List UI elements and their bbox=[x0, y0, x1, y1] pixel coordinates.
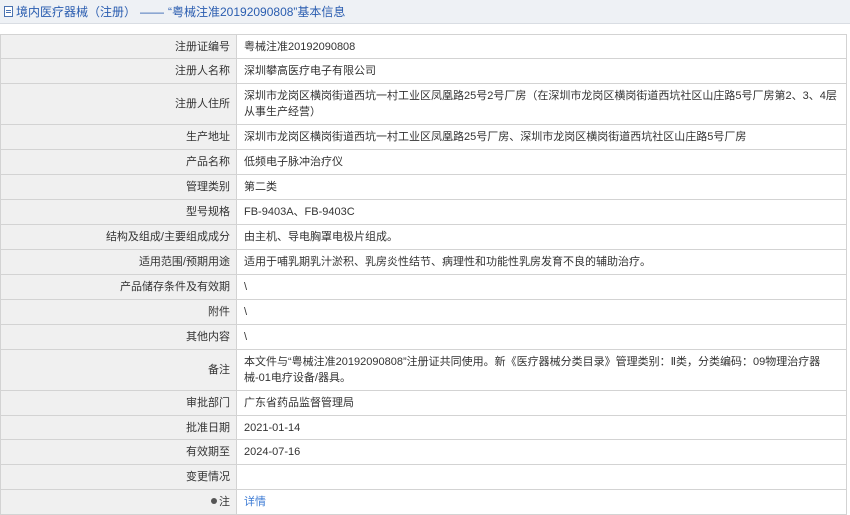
info-table: 注册证编号 粤械注准20192090808 注册人名称 深圳攀高医疗电子有限公司… bbox=[0, 34, 847, 515]
row-value: 深圳市龙岗区横岗街道西坑一村工业区凤凰路25号厂房、深圳市龙岗区横岗街道西坑社区… bbox=[236, 124, 847, 150]
title-bar: 境内医疗器械（注册） —— “粤械注准20192090808”基本信息 bbox=[0, 0, 850, 24]
row-value: 本文件与“粤械注准20192090808”注册证共同使用。新《医疗器械分类目录》… bbox=[236, 349, 847, 391]
table-row: 管理类别 第二类 bbox=[0, 174, 847, 200]
row-label: 产品储存条件及有效期 bbox=[0, 274, 237, 300]
row-value bbox=[236, 464, 847, 490]
row-value: 深圳攀高医疗电子有限公司 bbox=[236, 58, 847, 84]
row-label-text: 注 bbox=[219, 496, 230, 508]
row-value: \ bbox=[236, 299, 847, 325]
row-value: 第二类 bbox=[236, 174, 847, 200]
row-label: 适用范围/预期用途 bbox=[0, 249, 237, 275]
row-value: 粤械注准20192090808 bbox=[236, 34, 847, 59]
table-row: 附件 \ bbox=[0, 299, 847, 325]
table-row: 备注 本文件与“粤械注准20192090808”注册证共同使用。新《医疗器械分类… bbox=[0, 349, 847, 391]
row-label: 其他内容 bbox=[0, 324, 237, 350]
row-label: 批准日期 bbox=[0, 415, 237, 440]
details-link[interactable]: 详情 bbox=[244, 496, 266, 508]
row-value: \ bbox=[236, 324, 847, 350]
table-row: 注册人住所 深圳市龙岗区横岗街道西坑一村工业区凤凰路25号2号厂房（在深圳市龙岗… bbox=[0, 83, 847, 125]
table-row: 注册证编号 粤械注准20192090808 bbox=[0, 34, 847, 59]
row-value: 深圳市龙岗区横岗街道西坑一村工业区凤凰路25号2号厂房（在深圳市龙岗区横岗街道西… bbox=[236, 83, 847, 125]
table-row: 批准日期 2021-01-14 bbox=[0, 415, 847, 440]
row-label: 生产地址 bbox=[0, 124, 237, 150]
row-label: 审批部门 bbox=[0, 390, 237, 416]
table-row: 型号规格 FB-9403A、FB-9403C bbox=[0, 199, 847, 225]
row-label: 产品名称 bbox=[0, 149, 237, 175]
table-row: 变更情况 bbox=[0, 464, 847, 490]
row-label: 有效期至 bbox=[0, 439, 237, 465]
row-label: 变更情况 bbox=[0, 464, 237, 490]
table-row: 适用范围/预期用途 适用于哺乳期乳汁淤积、乳房炎性结节、病理性和功能性乳房发育不… bbox=[0, 249, 847, 275]
row-value: FB-9403A、FB-9403C bbox=[236, 199, 847, 225]
row-value: 广东省药品监督管理局 bbox=[236, 390, 847, 416]
row-value: 由主机、导电胸罩电极片组成。 bbox=[236, 224, 847, 250]
row-label: 备注 bbox=[0, 349, 237, 391]
row-label: 管理类别 bbox=[0, 174, 237, 200]
row-label: 型号规格 bbox=[0, 199, 237, 225]
pin-icon bbox=[211, 498, 217, 505]
table-row: 结构及组成/主要组成成分 由主机、导电胸罩电极片组成。 bbox=[0, 224, 847, 250]
table-row: 产品名称 低频电子脉冲治疗仪 bbox=[0, 149, 847, 175]
row-value: 低频电子脉冲治疗仪 bbox=[236, 149, 847, 175]
row-value: \ bbox=[236, 274, 847, 300]
row-label: 附件 bbox=[0, 299, 237, 325]
table-row: 生产地址 深圳市龙岗区横岗街道西坑一村工业区凤凰路25号厂房、深圳市龙岗区横岗街… bbox=[0, 124, 847, 150]
table-row: 产品储存条件及有效期 \ bbox=[0, 274, 847, 300]
table-row: 审批部门 广东省药品监督管理局 bbox=[0, 390, 847, 416]
row-label: 结构及组成/主要组成成分 bbox=[0, 224, 237, 250]
row-value: 2024-07-16 bbox=[236, 439, 847, 465]
row-label: 注册人住所 bbox=[0, 83, 237, 125]
table-row: 有效期至 2024-07-16 bbox=[0, 439, 847, 465]
table-row: 其他内容 \ bbox=[0, 324, 847, 350]
document-icon bbox=[4, 6, 13, 17]
row-label: 注册人名称 bbox=[0, 58, 237, 84]
table-row: 注册人名称 深圳攀高医疗电子有限公司 bbox=[0, 58, 847, 84]
row-label: 注册证编号 bbox=[0, 34, 237, 59]
page-title: 境内医疗器械（注册） —— “粤械注准20192090808”基本信息 bbox=[16, 5, 346, 19]
row-value: 2021-01-14 bbox=[236, 415, 847, 440]
row-value: 适用于哺乳期乳汁淤积、乳房炎性结节、病理性和功能性乳房发育不良的辅助治疗。 bbox=[236, 249, 847, 275]
